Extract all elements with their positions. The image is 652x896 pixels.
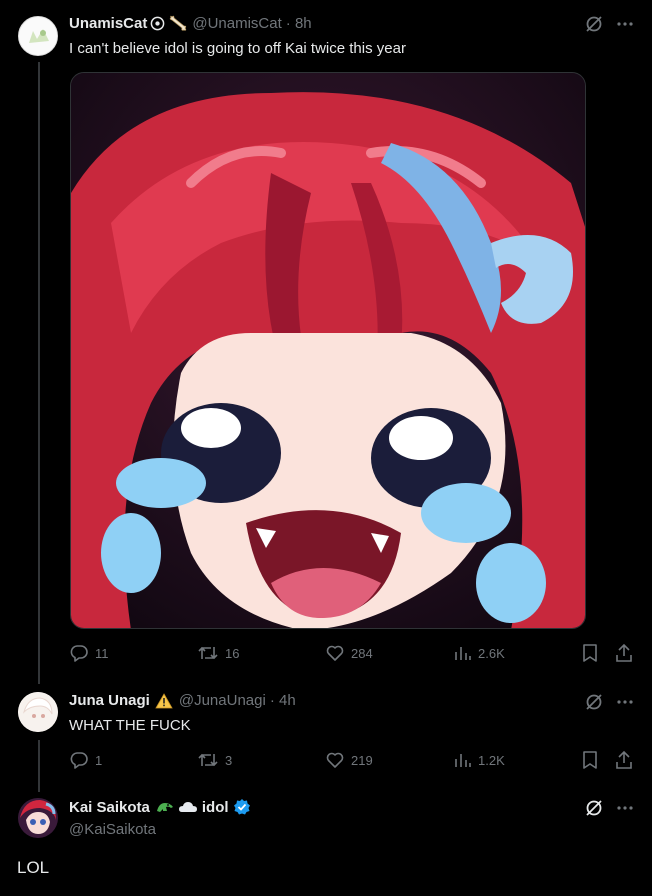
tweet-header-3: Kai Saikota idol — [69, 798, 251, 816]
heart-icon — [325, 750, 345, 770]
reply-button[interactable]: 11 — [69, 643, 109, 663]
author-name-suffix[interactable]: idol — [202, 799, 229, 816]
bookmark-icon — [581, 750, 599, 770]
settings-badge-icon — [150, 16, 165, 31]
tweet-media-image[interactable] — [70, 72, 586, 629]
tweet-menu-1 — [584, 14, 634, 34]
author-handle[interactable]: @KaiSaikota — [69, 821, 156, 838]
like-button[interactable]: 219 — [325, 750, 373, 770]
repost-count: 16 — [225, 645, 240, 661]
tweet-time[interactable]: · 4h — [270, 692, 296, 709]
bookmark-button[interactable] — [581, 643, 599, 663]
tweet-header-1: UnamisCat @UnamisCat · 8h — [69, 14, 312, 32]
views-icon — [454, 643, 472, 663]
author-handle[interactable]: @UnamisCat — [192, 15, 281, 32]
repost-button[interactable]: 3 — [197, 750, 232, 770]
reply-button[interactable]: 1 — [69, 750, 102, 770]
more-icon[interactable] — [616, 15, 634, 33]
share-icon — [615, 750, 633, 770]
tweet-menu-2 — [584, 692, 634, 712]
more-icon[interactable] — [616, 693, 634, 711]
tweet-handle-row-3: @KaiSaikota — [69, 821, 156, 838]
tweet-header-2: Juna Unagi @JunaUnagi · 4h — [69, 692, 296, 709]
cloud-icon — [178, 799, 198, 815]
repost-button[interactable]: 16 — [197, 643, 239, 663]
share-icon — [615, 643, 633, 663]
author-name[interactable]: UnamisCat — [69, 15, 147, 32]
heart-icon — [325, 643, 345, 663]
views-button[interactable]: 1.2K — [454, 750, 505, 770]
crocodile-icon — [155, 799, 175, 815]
repost-icon — [197, 750, 219, 770]
views-count: 1.2K — [478, 752, 505, 768]
grok-icon[interactable] — [584, 14, 604, 34]
views-button[interactable]: 2.6K — [454, 643, 505, 663]
bookmark-button[interactable] — [581, 750, 599, 770]
share-button[interactable] — [615, 643, 633, 663]
reply-icon — [69, 643, 89, 663]
tweet-text-3: LOL — [17, 858, 50, 877]
like-count: 284 — [351, 645, 373, 661]
tweet-text-2: WHAT THE FUCK — [69, 717, 191, 734]
verified-badge-icon — [233, 798, 251, 816]
reply-count: 11 — [95, 645, 109, 661]
tweet-menu-3 — [584, 798, 634, 818]
reply-icon — [69, 750, 89, 770]
reply-count: 1 — [95, 752, 103, 768]
tweet-text-1: I can't believe idol is going to off Kai… — [69, 40, 406, 57]
grok-icon[interactable] — [584, 798, 604, 818]
like-button[interactable]: 284 — [325, 643, 373, 663]
views-icon — [454, 750, 472, 770]
thread-line-1 — [38, 62, 40, 684]
bookmark-icon — [581, 643, 599, 663]
repost-icon — [197, 643, 219, 663]
grok-icon[interactable] — [584, 692, 604, 712]
thread-line-2 — [38, 740, 40, 792]
avatar-junaunagi[interactable] — [18, 692, 58, 732]
repost-count: 3 — [225, 752, 233, 768]
share-button[interactable] — [615, 750, 633, 770]
bone-icon — [168, 14, 188, 32]
tweet-time[interactable]: · 8h — [286, 15, 312, 32]
author-handle[interactable]: @JunaUnagi — [179, 692, 266, 709]
like-count: 219 — [351, 752, 373, 768]
avatar-kaisaikota[interactable] — [18, 798, 58, 838]
avatar-unamiscat[interactable] — [18, 16, 58, 56]
more-icon[interactable] — [616, 799, 634, 817]
author-name[interactable]: Juna Unagi — [69, 692, 150, 709]
tweet-actions-1: 11 16 284 2.6K — [69, 643, 635, 667]
views-count: 2.6K — [478, 645, 505, 661]
tweet-actions-2: 1 3 219 1.2K — [69, 750, 635, 774]
author-name[interactable]: Kai Saikota — [69, 799, 150, 816]
warning-icon — [155, 692, 173, 709]
